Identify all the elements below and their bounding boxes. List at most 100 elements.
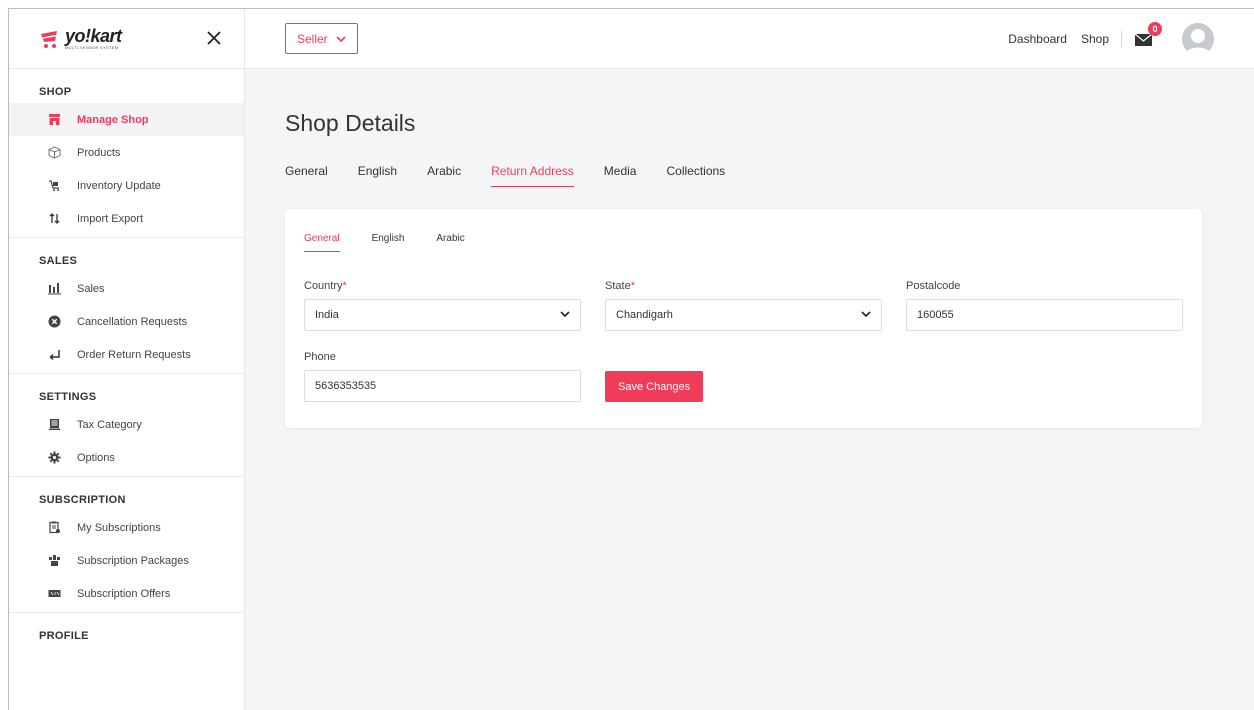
postalcode-input[interactable]: 160055: [906, 299, 1183, 331]
main-content: Shop Details General English Arabic Retu…: [245, 69, 1254, 710]
phone-input[interactable]: 5636353535: [304, 370, 581, 402]
cancel-circle-icon: [47, 315, 61, 329]
sidebar-item-label: Sales: [77, 282, 105, 295]
return-address-card: General English Arabic Country* India St…: [285, 209, 1202, 428]
state-field: State* Chandigarh: [605, 280, 882, 331]
postalcode-label: Postalcode: [906, 280, 961, 292]
sidebar-item-label: Inventory Update: [77, 179, 161, 192]
messages-button[interactable]: 0: [1134, 21, 1162, 47]
tab-english[interactable]: English: [358, 164, 397, 187]
nav-section-shop: SHOP Manage Shop Products Inventory Upda…: [9, 69, 244, 238]
sidebar-item-sales[interactable]: Sales: [9, 272, 244, 305]
sidebar-item-order-return-requests[interactable]: Order Return Requests: [9, 338, 244, 371]
sidebar-item-subscription-packages[interactable]: Subscription Packages: [9, 544, 244, 577]
dashboard-link[interactable]: Dashboard: [1008, 32, 1067, 46]
sidebar-header: yo!kart MULTI-VENDOR SYSTEM: [9, 9, 244, 69]
nav-section-title: SETTINGS: [39, 391, 97, 403]
language-subtabs: General English Arabic: [304, 233, 1183, 252]
postalcode-field: Postalcode 160055: [906, 280, 1183, 331]
tab-arabic[interactable]: Arabic: [427, 164, 461, 187]
return-arrow-icon: [47, 348, 61, 362]
sidebar-item-label: Subscription Packages: [77, 554, 189, 567]
sidebar-item-manage-shop[interactable]: Manage Shop: [9, 103, 244, 136]
address-row: Country* India State* Chandigarh Postalc…: [304, 280, 1183, 331]
header-divider: [1121, 30, 1122, 47]
shop-icon: [47, 113, 61, 127]
sidebar-item-label: Tax Category: [77, 418, 142, 431]
page-title: Shop Details: [285, 110, 416, 136]
chevron-down-icon: [560, 310, 570, 321]
package-icon: [47, 554, 61, 568]
subtab-arabic[interactable]: Arabic: [436, 233, 464, 252]
sidebar-item-label: Cancellation Requests: [77, 315, 188, 328]
sidebar-item-products[interactable]: Products: [9, 136, 244, 169]
offer-icon: [47, 587, 61, 601]
nav-section-sales: SALES Sales Cancellation Requests Order …: [9, 238, 244, 374]
bar-chart-icon: [47, 282, 61, 296]
state-value: Chandigarh: [616, 309, 673, 321]
nav-section-title: SUBSCRIPTION: [39, 494, 126, 506]
sidebar-item-label: Subscription Offers: [77, 587, 171, 600]
chevron-down-icon: [861, 310, 871, 321]
save-changes-button[interactable]: Save Changes: [605, 371, 704, 402]
sidebar-item-my-subscriptions[interactable]: My Subscriptions: [9, 511, 244, 544]
sidebar-item-import-export[interactable]: Import Export: [9, 202, 244, 235]
nav-section-settings: SETTINGS Tax Category Options: [9, 374, 244, 477]
phone-field: Phone 5636353535: [304, 351, 581, 402]
phone-label: Phone: [304, 351, 336, 363]
country-select[interactable]: India: [304, 299, 581, 331]
phone-row: Phone 5636353535 Save Changes: [304, 351, 1183, 402]
country-label: Country*: [304, 280, 347, 292]
shop-details-tabs: General English Arabic Return Address Me…: [285, 164, 1202, 187]
tab-return-address[interactable]: Return Address: [491, 164, 574, 187]
sidebar-item-label: Products: [77, 146, 121, 159]
sidebar: yo!kart MULTI-VENDOR SYSTEM SHOP Manage …: [9, 9, 245, 710]
close-sidebar-button[interactable]: [206, 28, 222, 50]
state-select[interactable]: Chandigarh: [605, 299, 882, 331]
message-count-badge: 0: [1148, 21, 1162, 36]
chevron-down-icon: [336, 32, 346, 46]
nav-section-title: PROFILE: [39, 630, 89, 642]
avatar[interactable]: [1182, 22, 1214, 55]
sidebar-item-label: Manage Shop: [77, 113, 149, 126]
seller-label: Seller: [297, 31, 328, 46]
import-export-icon: [47, 212, 61, 226]
sidebar-item-subscription-offers[interactable]: Subscription Offers: [9, 577, 244, 610]
sidebar-item-cancellation-requests[interactable]: Cancellation Requests: [9, 305, 244, 338]
sidebar-item-label: Options: [77, 451, 115, 464]
shop-link[interactable]: Shop: [1081, 32, 1109, 46]
sidebar-item-label: Import Export: [77, 212, 144, 225]
tab-collections[interactable]: Collections: [666, 164, 725, 187]
header-actions: Dashboard Shop 0: [1008, 21, 1214, 55]
top-header: Seller Dashboard Shop 0: [245, 9, 1254, 69]
sidebar-item-inventory-update[interactable]: Inventory Update: [9, 169, 244, 202]
nav-section-subscription: SUBSCRIPTION My Subscriptions Subscripti…: [9, 477, 244, 613]
tax-icon: [47, 418, 61, 432]
brand-tagline: MULTI-VENDOR SYSTEM: [65, 45, 119, 50]
country-field: Country* India: [304, 280, 581, 331]
sidebar-item-label: My Subscriptions: [77, 521, 161, 534]
sidebar-item-options[interactable]: Options: [9, 441, 244, 474]
seller-dropdown-button[interactable]: Seller: [285, 23, 358, 54]
close-icon: [207, 30, 221, 45]
subtab-english[interactable]: English: [372, 233, 405, 252]
app-window: yo!kart MULTI-VENDOR SYSTEM SHOP Manage …: [8, 8, 1254, 710]
brand-logo[interactable]: yo!kart MULTI-VENDOR SYSTEM: [39, 27, 122, 50]
nav-section-profile: PROFILE: [9, 613, 244, 649]
country-value: India: [315, 309, 339, 321]
inventory-icon: [47, 179, 61, 193]
nav-section-title: SALES: [39, 255, 78, 267]
sidebar-item-label: Order Return Requests: [77, 348, 191, 361]
sidebar-item-tax-category[interactable]: Tax Category: [9, 408, 244, 441]
user-avatar-icon: [1182, 22, 1214, 55]
nav-section-title: SHOP: [39, 86, 72, 98]
box-icon: [47, 146, 61, 160]
state-label: State*: [605, 280, 635, 292]
tab-general[interactable]: General: [285, 164, 328, 187]
gear-icon: [47, 451, 61, 465]
cart-logo-icon: [39, 28, 61, 50]
subtab-general[interactable]: General: [304, 233, 340, 252]
tab-media[interactable]: Media: [604, 164, 637, 187]
subscription-icon: [47, 521, 61, 535]
brand-name: yo!kart: [65, 26, 122, 46]
